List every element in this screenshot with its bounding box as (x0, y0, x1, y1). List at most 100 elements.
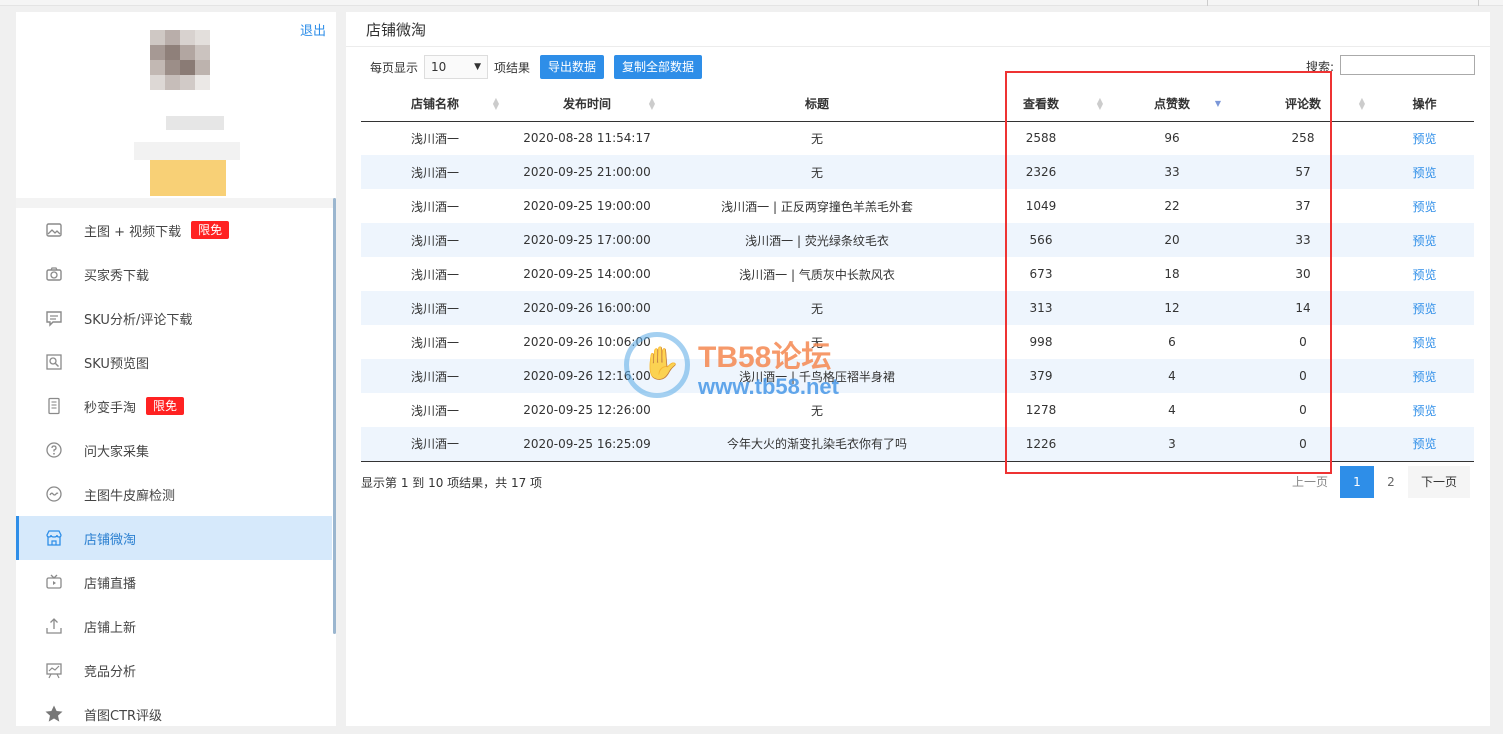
column-header-title[interactable]: 标题 (665, 87, 969, 122)
sidebar-item-label: 秒变手淘 (84, 400, 137, 416)
table-cell: 2020-09-25 17:00:00 (509, 223, 665, 257)
table-cell: 2020-09-25 16:25:09 (509, 427, 665, 462)
sidebar-item-store-weitao[interactable]: 店铺微淘 (16, 516, 332, 560)
page-button-1[interactable]: 1 (1340, 466, 1374, 498)
column-header-likes[interactable]: 点赞数 ▼ (1113, 87, 1231, 122)
sidebar-item-main-image-video-download[interactable]: 主图 + 视频下载 限免 (16, 208, 332, 252)
per-page-select[interactable]: 10 ▼ (424, 55, 489, 79)
table-cell: 14 (1231, 291, 1375, 325)
export-button[interactable]: 导出数据 (540, 55, 605, 79)
prev-page-button[interactable]: 上一页 (1280, 466, 1340, 498)
phone-icon (44, 396, 64, 416)
table-cell: 4 (1113, 359, 1231, 393)
analysis-icon (44, 660, 64, 680)
table-row: 浅川酒一 2020-09-25 14:00:00 浅川酒一 | 气质灰中长款风衣 67… (361, 257, 1474, 291)
table-cell: 2020-09-25 14:00:00 (523, 267, 651, 281)
table-cell: 22 (1164, 199, 1180, 213)
table-cell: 2020-09-26 12:16:00 (509, 359, 665, 393)
table-row: 浅川酒一 2020-09-26 12:16:00 浅川酒一 | 千鸟格压褶半身裙 37… (361, 359, 1474, 393)
table-row: 浅川酒一 2020-09-25 12:26:00 无 1278 4 0 预览 (361, 393, 1474, 427)
table-cell: 无 (810, 131, 823, 146)
table-cell: 浅川酒一 | 千鸟格压褶半身裙 (665, 359, 969, 393)
preview-link[interactable]: 预览 (1375, 121, 1474, 155)
column-header-publish-time[interactable]: 发布时间 ▲ ▼ (509, 87, 665, 122)
table-row: 浅川酒一 2020-09-26 16:00:00 无 313 12 14 预览 (361, 291, 1474, 325)
sidebar-item-sku-analysis[interactable]: SKU分析/评论下载 (16, 296, 332, 340)
free-badge: 限免 (146, 397, 185, 415)
table-cell: 2020-09-25 19:00:00 (523, 199, 651, 213)
star-icon (44, 704, 64, 724)
table-cell: 57 (1231, 155, 1375, 189)
preview-link[interactable]: 预览 (1375, 189, 1474, 223)
preview-link[interactable]: 预览 (1375, 393, 1474, 427)
table-cell: 30 (1295, 267, 1311, 281)
preview-link[interactable]: 预览 (1375, 155, 1474, 189)
table-cell: 浅川酒一 (361, 359, 509, 393)
sidebar-item-label: 买家秀下载 (84, 268, 150, 284)
preview-link[interactable]: 预览 (1375, 223, 1474, 257)
column-header-shop-name[interactable]: 店铺名称 ▲ ▼ (361, 87, 509, 122)
preview-link[interactable]: 预览 (1375, 427, 1474, 462)
question-icon (44, 440, 64, 460)
column-header-comments[interactable]: 评论数 ▲ ▼ (1231, 87, 1375, 122)
table-cell: 浅川酒一 (361, 223, 509, 257)
sidebar-item-mobile-taobao[interactable]: 秒变手淘 限免 (16, 384, 332, 428)
sidebar-item-competitor-analysis[interactable]: 竞品分析 (16, 648, 332, 692)
table-cell: 浅川酒一 (410, 335, 459, 350)
page-button-2[interactable]: 2 (1374, 466, 1408, 498)
preview-link[interactable]: 预览 (1375, 325, 1474, 359)
sidebar-scrollbar[interactable] (333, 198, 336, 634)
logout-link[interactable]: 退出 (300, 20, 326, 39)
sidebar-item-store-new[interactable]: 店铺上新 (16, 604, 332, 648)
shop-name-blurred (134, 142, 240, 160)
next-page-button[interactable]: 下一页 (1408, 466, 1470, 498)
sidebar-item-ctr-rating[interactable]: 首图CTR评级 (16, 692, 332, 734)
sidebar-item-label: 问大家采集 (84, 444, 150, 460)
table-cell: 1226 (969, 427, 1113, 462)
image-icon (44, 220, 64, 240)
search-image-icon (44, 352, 64, 372)
per-page-label: 每页显示 (370, 60, 419, 75)
sidebar-item-store-live[interactable]: 店铺直播 (16, 560, 332, 604)
preview-link[interactable]: 预览 (1375, 257, 1474, 291)
copy-all-button[interactable]: 复制全部数据 (614, 55, 703, 79)
search-label: 搜索: (1306, 60, 1335, 74)
avatar (150, 30, 230, 120)
table-cell: 浅川酒一 (410, 199, 459, 214)
sidebar-item-buyer-show-download[interactable]: 买家秀下载 (16, 252, 332, 296)
search-input[interactable] (1340, 55, 1475, 75)
title-divider (346, 46, 1490, 47)
table-cell: 20 (1113, 223, 1231, 257)
sidebar: 退出 主图 + 视频下载 限免 买家秀下载 SKU分析/评论下载 SKU预览图 … (16, 12, 336, 726)
sort-icon: ▲ ▼ (1358, 96, 1365, 111)
sidebar-item-image-check[interactable]: 主图牛皮廯检测 (16, 472, 332, 516)
sidebar-item-label: 首图CTR评级 (84, 708, 163, 724)
table-cell: 0 (1299, 403, 1307, 417)
sort-icon: ▲ ▼ (648, 96, 655, 111)
table-cell: 浅川酒一 (361, 291, 509, 325)
table-cell: 2020-09-26 16:00:00 (509, 291, 665, 325)
preview-link[interactable]: 预览 (1375, 359, 1474, 393)
table-cell: 浅川酒一 (410, 131, 459, 146)
sidebar-item-label: 竞品分析 (84, 664, 137, 680)
table-cell: 浅川酒一 (361, 427, 509, 462)
table-cell: 12 (1113, 291, 1231, 325)
camera-icon (44, 264, 64, 284)
table-cell: 96 (1164, 131, 1180, 146)
column-header-views[interactable]: 查看数 ▲ ▼ (969, 87, 1113, 122)
preview-link[interactable]: 预览 (1375, 291, 1474, 325)
table-row: 浅川酒一 2020-09-25 16:25:09 今年大火的渐变扎染毛衣你有了吗 12… (361, 427, 1474, 462)
table-header-row: 店铺名称 ▲ ▼ 发布时间 ▲ ▼ 标题 查看数 ▲ ▼ 点赞数 ▼ 评论数 ▲ ▼ 操作 (361, 87, 1474, 122)
sidebar-item-sku-preview[interactable]: SKU预览图 (16, 340, 332, 384)
username-blurred (166, 116, 224, 130)
table-cell: 0 (1299, 335, 1307, 349)
table-cell: 浅川酒一 | 气质灰中长款风衣 (739, 267, 895, 282)
shop-badge-blurred (150, 160, 226, 196)
per-page-suffix: 项结果 (494, 60, 531, 75)
table-row: 浅川酒一 2020-09-25 17:00:00 浅川酒一 | 荧光绿条纹毛衣 566… (361, 223, 1474, 257)
table-cell: 673 (1029, 267, 1053, 281)
sidebar-item-ask-everyone[interactable]: 问大家采集 (16, 428, 332, 472)
chevron-down-icon: ▼ (474, 62, 482, 72)
toolbar-separator (1207, 0, 1208, 6)
table-cell: 无 (665, 291, 969, 325)
